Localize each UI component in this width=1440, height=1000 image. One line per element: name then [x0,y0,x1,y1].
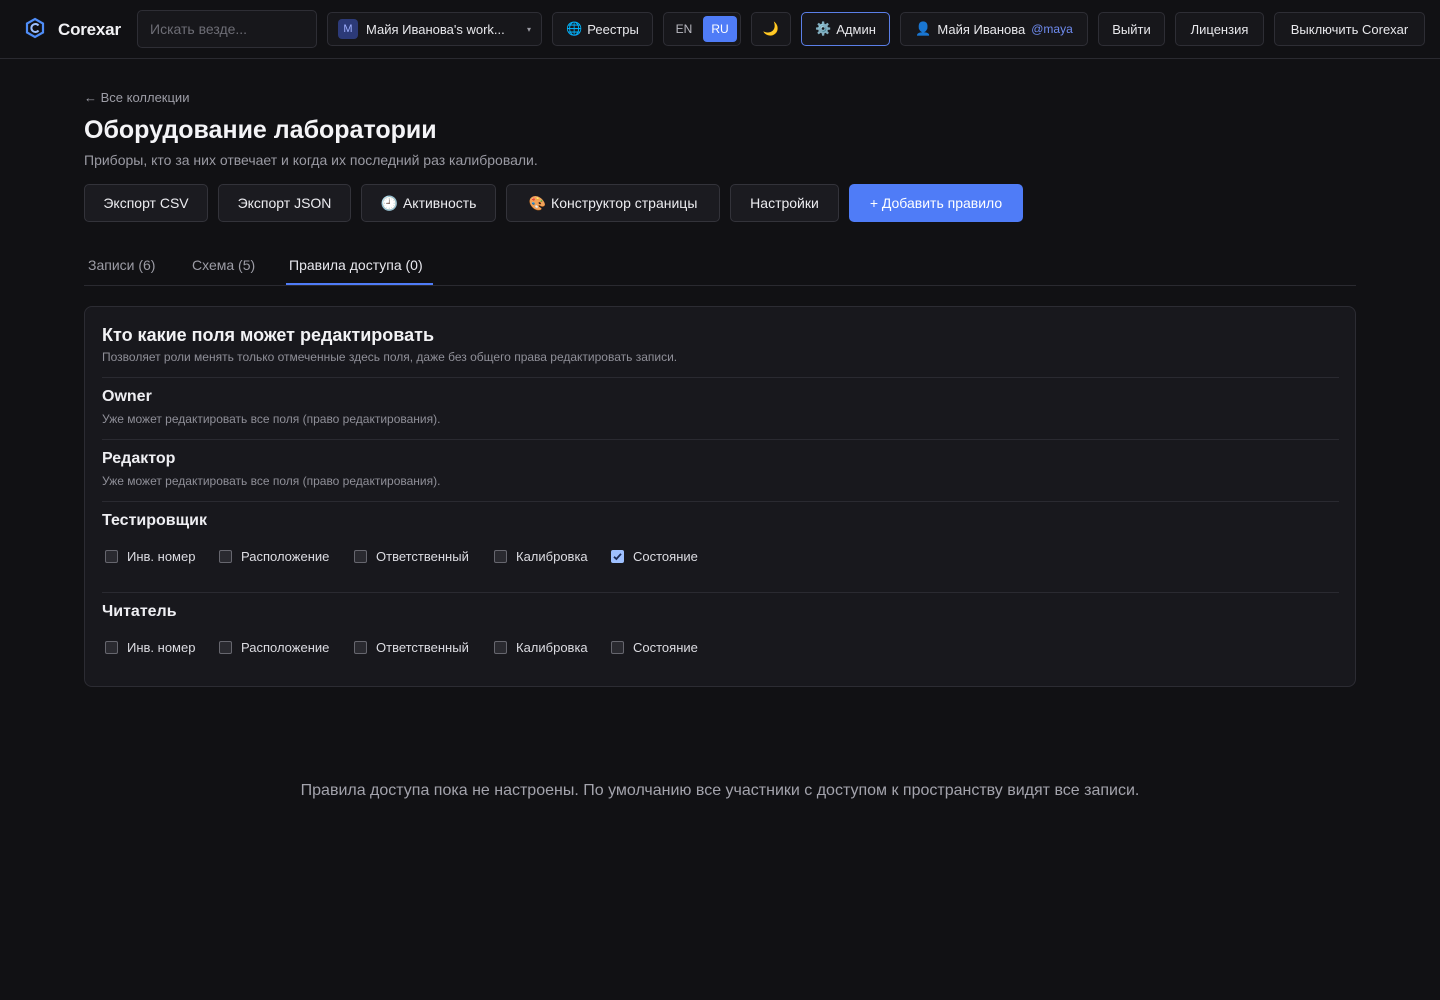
user-profile-button[interactable]: 👤 Майя Иванова @maya [900,12,1088,46]
checkbox-tester-state[interactable]: Состояние [611,549,698,564]
admin-label: Админ [836,21,876,37]
role-name-reader: Читатель [102,603,177,620]
checkbox-label: Ответственный [376,640,469,655]
divider [102,592,1339,593]
checkmark-icon [613,553,622,561]
chevron-down-icon: ▾ [526,24,531,34]
checkbox-reader-state[interactable]: Состояние [611,640,698,655]
brand-name: Corexar [58,19,121,39]
admin-button[interactable]: ⚙️ Админ [801,12,890,46]
checkbox-label: Инв. номер [127,549,196,564]
search-input[interactable] [150,21,304,37]
checkbox-box[interactable] [219,550,232,563]
checkbox-label: Инв. номер [127,640,196,655]
palette-icon: 🎨 [528,194,547,211]
checkbox-label: Калибровка [516,549,588,564]
top-bar: Corexar M Майя Иванова's work... ▾ 🌐 Рее… [0,0,1440,59]
lang-ru-button[interactable]: RU [703,16,737,42]
workspace-label: Майя Иванова's work... [366,21,505,37]
activity-label: Активность [402,195,477,211]
checkbox-box[interactable] [494,550,507,563]
checkbox-box[interactable] [611,641,624,654]
field-permissions-card: Кто какие поля может редактировать Позво… [84,306,1356,687]
page-title: Оборудование лаборатории [84,116,437,144]
add-rule-button[interactable]: + Добавить правило [849,184,1023,222]
tab-access-rules[interactable]: Правила доступа (0) [289,257,423,273]
card-title: Кто какие поля может редактировать [102,325,435,345]
registries-button[interactable]: 🌐 Реестры [552,12,653,46]
checkbox-tester-location[interactable]: Расположение [219,549,329,564]
checkbox-label: Ответственный [376,549,469,564]
role-name-owner: Owner [102,388,152,405]
brand[interactable]: Corexar [24,17,121,42]
checkbox-tester-inv-number[interactable]: Инв. номер [105,549,195,564]
user-icon: 👤 [915,21,932,36]
collection-tabs: Записи (6) Схема (5) Правила доступа (0) [84,247,1356,286]
tab-records[interactable]: Записи (6) [88,257,155,273]
checkbox-box-checked[interactable] [611,550,624,563]
export-json-button[interactable]: Экспорт JSON [218,184,351,222]
divider [102,377,1339,378]
language-switcher: EN RU [663,12,741,46]
checkbox-box[interactable] [354,641,367,654]
checkbox-label: Расположение [241,549,330,564]
activity-button[interactable]: 🕘 Активность [361,184,496,222]
active-tab-indicator [286,283,433,285]
checkbox-reader-calibration[interactable]: Калибровка [494,640,588,655]
tab-schema[interactable]: Схема (5) [192,257,255,273]
checkbox-label: Состояние [633,549,698,564]
role-note-owner: Уже может редактировать все поля (право … [102,412,441,426]
checkbox-reader-location[interactable]: Расположение [219,640,329,655]
divider [102,501,1339,502]
role-note-editor: Уже может редактировать все поля (право … [102,474,441,488]
role-name-tester: Тестировщик [102,512,207,529]
checkbox-box[interactable] [105,641,118,654]
checkbox-tester-responsible[interactable]: Ответственный [354,549,469,564]
registries-label: Реестры [587,21,639,37]
checkbox-box[interactable] [494,641,507,654]
checkbox-reader-responsible[interactable]: Ответственный [354,640,469,655]
back-to-collections-link[interactable]: ← Все коллекции [84,90,189,105]
checkbox-reader-inv-number[interactable]: Инв. номер [105,640,195,655]
export-csv-button[interactable]: Экспорт CSV [84,184,208,222]
checkbox-box[interactable] [105,550,118,563]
lang-en-button[interactable]: EN [667,16,701,42]
gear-icon: ⚙️ [815,21,832,36]
theme-toggle[interactable]: 🌙 [751,12,791,46]
page-builder-label: Конструктор страницы [551,195,698,211]
moon-icon: 🌙 [762,21,780,36]
divider [102,439,1339,440]
clock-icon: 🕘 [380,194,398,211]
global-search[interactable] [137,10,317,48]
access-rules-empty-state: Правила доступа пока не настроены. По ум… [300,782,1140,799]
workspace-switcher[interactable]: M Майя Иванова's work... ▾ [327,12,542,46]
page-subtitle: Приборы, кто за них отвечает и когда их … [84,152,538,168]
checkbox-label: Расположение [241,640,330,655]
user-name: Майя Иванова [937,21,1026,37]
logout-button[interactable]: Выйти [1098,12,1165,46]
checkbox-label: Состояние [633,640,698,655]
globe-icon: 🌐 [566,21,583,36]
page-builder-button[interactable]: 🎨 Конструктор страницы [506,184,720,222]
checkbox-label: Калибровка [516,640,588,655]
user-handle: @maya [1031,22,1073,36]
corexar-logo-icon [24,17,46,42]
disable-corexar-button[interactable]: Выключить Corexar [1274,12,1425,46]
card-description: Позволяет роли менять только отмеченные … [102,350,678,364]
checkbox-box[interactable] [219,641,232,654]
checkbox-box[interactable] [354,550,367,563]
settings-button[interactable]: Настройки [730,184,839,222]
checkbox-tester-calibration[interactable]: Калибровка [494,549,588,564]
license-button[interactable]: Лицензия [1175,12,1264,46]
role-name-editor: Редактор [102,450,176,467]
workspace-avatar: M [338,19,358,39]
